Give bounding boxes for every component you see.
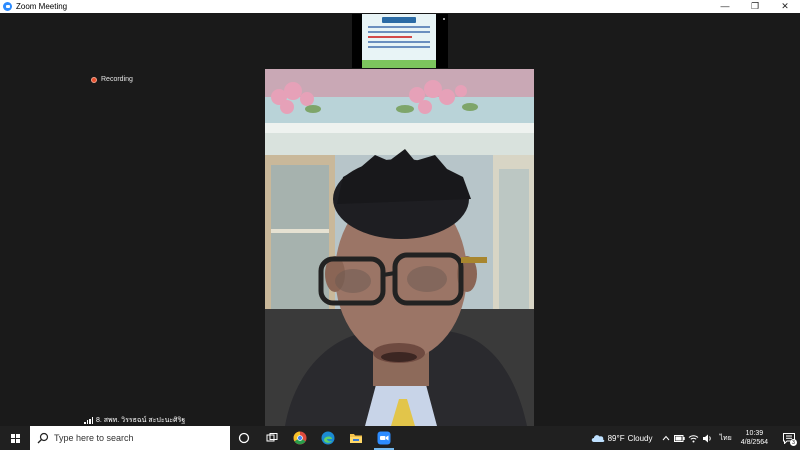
- system-tray: 89°F Cloudy ไทย 10:39 4/8/2564 3: [591, 426, 800, 450]
- search-icon: [37, 432, 49, 444]
- input-language[interactable]: ไทย: [720, 433, 732, 444]
- shared-screen-thumbnail[interactable]: [352, 14, 448, 68]
- volume-icon[interactable]: [701, 426, 715, 450]
- thumbnail-indicator-icon: [443, 18, 445, 20]
- recording-label: Recording: [101, 76, 133, 83]
- clock-date: 4/8/2564: [740, 439, 768, 446]
- search-placeholder: Type here to search: [54, 433, 134, 443]
- system-clock[interactable]: 10:39 4/8/2564: [741, 429, 768, 447]
- file-explorer-button[interactable]: [342, 426, 370, 450]
- participant-name: 8. สพท. วิรรธฉน์ สะปะนะศิริฐ: [96, 417, 186, 424]
- windows-logo-icon: [10, 433, 20, 443]
- clock-time: 10:39: [745, 430, 764, 437]
- edge-icon: [321, 431, 335, 445]
- edge-button[interactable]: [314, 426, 342, 450]
- action-center-button[interactable]: 3: [778, 426, 800, 450]
- zoom-app-icon: [3, 2, 12, 11]
- close-button[interactable]: ✕: [770, 0, 800, 13]
- zoom-icon: [377, 431, 391, 445]
- zoom-taskbar-button[interactable]: [370, 426, 398, 450]
- chrome-button[interactable]: [286, 426, 314, 450]
- window-controls: — ❐ ✕: [710, 0, 800, 13]
- wifi-icon[interactable]: [687, 426, 701, 450]
- notification-count: 3: [790, 439, 797, 446]
- file-explorer-icon: [350, 434, 362, 443]
- window-title: Zoom Meeting: [16, 2, 68, 11]
- windows-taskbar: Type here to search 89°F Cloudy ไทย 10:3…: [0, 426, 800, 450]
- window-titlebar: Zoom Meeting — ❐ ✕: [0, 0, 800, 13]
- recording-dot-icon: [91, 76, 97, 83]
- minimize-button[interactable]: —: [710, 0, 740, 13]
- restore-button[interactable]: ❐: [740, 0, 770, 13]
- task-view-button[interactable]: [258, 426, 286, 450]
- speaker-video-frame: [265, 69, 534, 426]
- weather-widget[interactable]: 89°F Cloudy: [591, 433, 653, 443]
- weather-condition: Cloudy: [627, 433, 653, 443]
- active-speaker-video[interactable]: [265, 69, 534, 426]
- cloud-icon: [591, 435, 604, 442]
- slide-preview: [362, 14, 436, 68]
- weather-temperature: 89°F: [607, 433, 625, 443]
- participant-name-tag: 8. สพท. วิรรธฉน์ สะปะนะศิริฐ: [84, 415, 185, 426]
- cortana-button[interactable]: [230, 426, 258, 450]
- connection-signal-icon: [84, 417, 93, 424]
- start-button[interactable]: [0, 426, 30, 450]
- battery-icon[interactable]: [673, 426, 687, 450]
- recording-indicator[interactable]: Recording: [91, 76, 133, 83]
- chevron-up-icon[interactable]: [659, 426, 673, 450]
- chrome-icon: [293, 431, 307, 445]
- taskbar-search-box[interactable]: Type here to search: [30, 426, 230, 450]
- task-view-icon: [266, 433, 278, 442]
- cortana-icon: [238, 432, 250, 444]
